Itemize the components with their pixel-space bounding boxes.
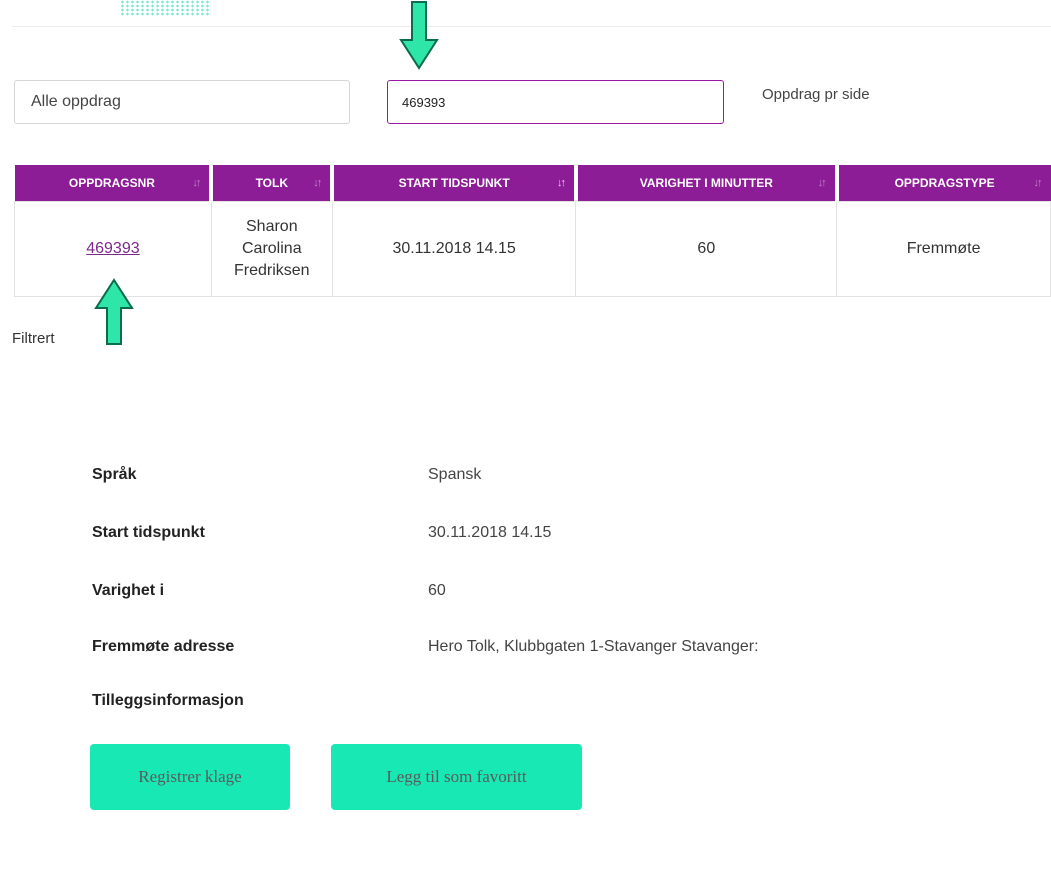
divider (12, 26, 1051, 27)
annotation-arrow-up-icon (94, 278, 134, 345)
detail-label: Tilleggsinformasjon (92, 692, 244, 709)
interpreter-name-line: Sharon (246, 218, 298, 235)
detail-value: 30.11.2018 14.15 (428, 524, 552, 541)
detail-value: Spansk (428, 466, 482, 483)
detail-row-address: Fremmøte adresse Hero Tolk, Klubbgaten 1… (92, 638, 992, 668)
column-header-start[interactable]: START TIDSPUNKT ↓↑ (332, 165, 578, 202)
annotation-arrow-down-icon (399, 1, 439, 70)
detail-row-language: Språk Spansk (92, 466, 992, 496)
detail-row-duration: Varighet i 60 (92, 582, 992, 612)
register-complaint-button[interactable]: Registrer klage (90, 744, 290, 810)
interpreter-name-line: Fredriksen (234, 262, 310, 279)
column-header-tolk[interactable]: TOLK ↓↑ (211, 165, 335, 202)
detail-row-start: Start tidspunkt 30.11.2018 14.15 (92, 524, 992, 554)
cell-tolk: Sharon Carolina Fredriksen (210, 201, 333, 297)
filtered-status: Filtrert (12, 330, 55, 347)
per-page-label: Oppdrag pr side (762, 86, 870, 103)
column-header-varighet[interactable]: VARIGHET I MINUTTER ↓↑ (575, 165, 839, 202)
detail-label: Språk (92, 466, 137, 483)
interpreter-name-line: Carolina (242, 240, 302, 257)
detail-value: 60 (428, 582, 446, 599)
cell-start: 30.11.2018 14.15 (331, 201, 577, 297)
table-row[interactable]: 469393 Sharon Carolina Fredriksen 30.11.… (14, 201, 1051, 297)
sort-icon[interactable]: ↓↑ (313, 177, 322, 189)
column-header-label: OPPDRAGSNR (68, 176, 155, 190)
detail-label: Varighet i (92, 582, 165, 599)
column-header-label: OPPDRAGSTYPE (894, 176, 995, 190)
sort-icon[interactable]: ↓↑ (192, 177, 201, 189)
column-header-oppdragsnr[interactable]: OPPDRAGSNR ↓↑ (14, 165, 214, 202)
sort-active-icon[interactable]: ↓↑ (557, 177, 566, 189)
assignments-table: OPPDRAGSNR ↓↑ TOLK ↓↑ START TIDSPUNKT ↓↑ VA… (14, 165, 1051, 297)
add-favorite-button[interactable]: Legg til som favoritt (331, 744, 582, 810)
assignment-scope-select[interactable]: Alle oppdrag (14, 80, 350, 124)
column-header-label: VARIGHET I MINUTTER (639, 176, 773, 190)
column-header-label: START TIDSPUNKT (398, 176, 510, 190)
detail-value: Hero Tolk, Klubbgaten 1-Stavanger Stavan… (428, 638, 759, 655)
column-header-type[interactable]: OPPDRAGSTYPE ↓↑ (836, 165, 1051, 202)
detail-label: Fremmøte adresse (92, 638, 235, 655)
cell-varighet: 60 (575, 201, 838, 297)
logo-fragment (120, 0, 210, 16)
table-header-row: OPPDRAGSNR ↓↑ TOLK ↓↑ START TIDSPUNKT ↓↑ VA… (14, 165, 1051, 202)
detail-row-extra-info: Tilleggsinformasjon (92, 692, 992, 722)
sort-icon[interactable]: ↓↑ (1034, 177, 1043, 189)
sort-icon[interactable]: ↓↑ (818, 177, 827, 189)
cell-type: Fremmøte (836, 201, 1051, 297)
search-input[interactable] (387, 80, 724, 124)
column-header-label: TOLK (255, 176, 289, 190)
assignment-number-link[interactable]: 469393 (86, 240, 139, 257)
detail-label: Start tidspunkt (92, 524, 205, 541)
